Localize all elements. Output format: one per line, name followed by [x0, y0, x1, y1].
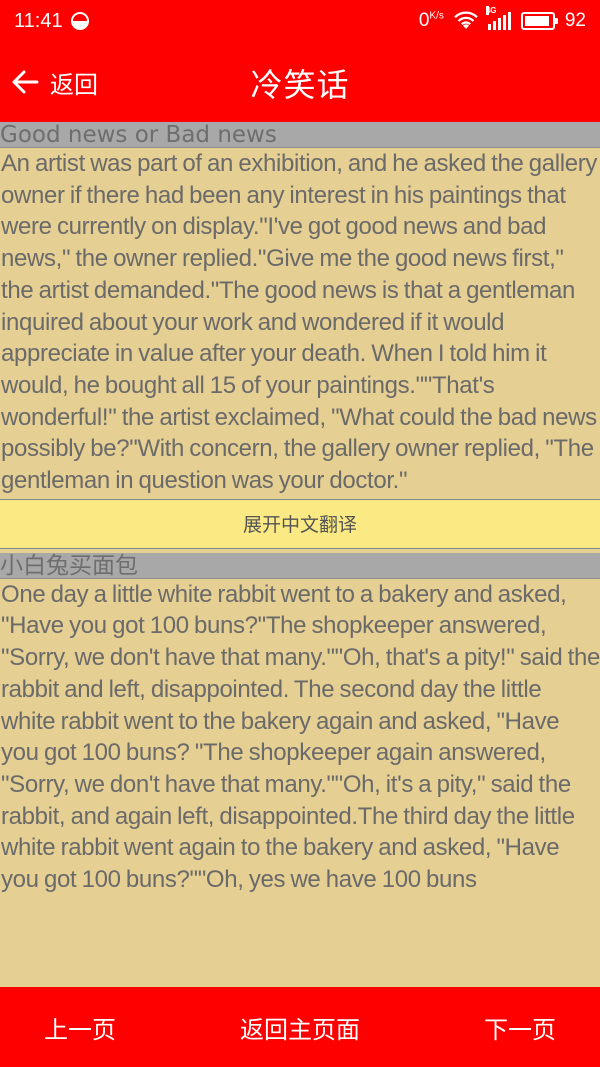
page-title: 冷笑话: [250, 66, 350, 104]
status-bar-right: 0K/s 4G 92: [419, 6, 586, 32]
joke-title: 小白兔买面包: [0, 552, 600, 579]
joke-item: Good news or Bad news An artist was part…: [0, 122, 600, 549]
previous-page-button[interactable]: 上一页: [44, 1002, 116, 1053]
next-page-button[interactable]: 下一页: [484, 1002, 556, 1053]
status-time: 11:41: [14, 9, 63, 32]
joke-list[interactable]: Good news or Bad news An artist was part…: [0, 122, 600, 987]
app-header: 返回 冷笑话: [0, 42, 600, 122]
network-type: 4G: [485, 6, 497, 15]
bottom-nav: 上一页 返回主页面 下一页: [0, 987, 600, 1067]
wifi-icon: [454, 11, 478, 29]
joke-body: One day a little white rabbit went to a …: [1, 580, 600, 894]
status-bar: 11:41 0K/s 4G 92: [0, 0, 600, 42]
battery-fill: [524, 16, 549, 26]
home-page-button[interactable]: 返回主页面: [240, 1002, 360, 1053]
network-speed-unit: K/s: [429, 10, 444, 22]
joke-title: Good news or Bad news: [0, 122, 600, 148]
network-speed-value: 0: [418, 10, 430, 31]
status-bar-left: 11:41: [14, 10, 89, 33]
network-speed: 0K/s: [419, 10, 444, 32]
battery-icon: [520, 12, 558, 30]
joke-body: An artist was part of an exhibition, and…: [1, 150, 598, 495]
battery-level: 92: [564, 10, 586, 31]
joke-item: 小白兔买面包 One day a little white rabbit wen…: [0, 552, 600, 898]
do-not-disturb-icon: [70, 12, 89, 30]
cellular-signal-icon: 4G: [485, 6, 511, 30]
show-translation-button[interactable]: 展开中文翻译: [0, 498, 600, 549]
